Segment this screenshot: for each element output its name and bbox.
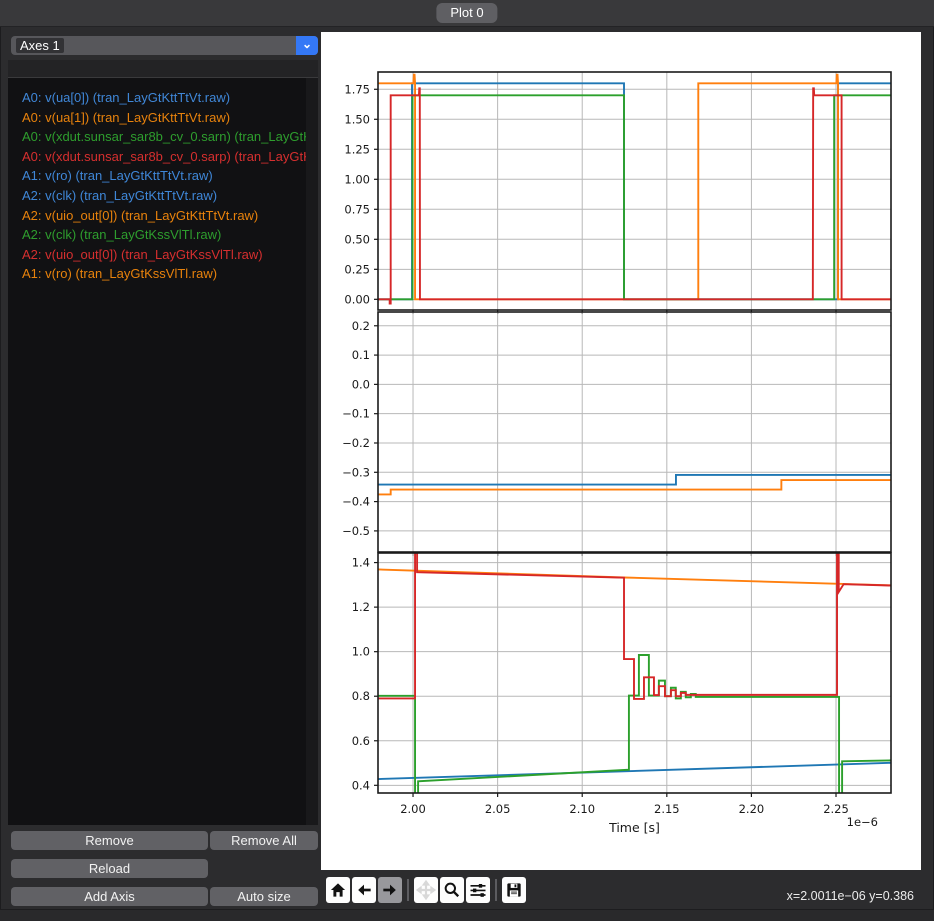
plot-figure-canvas[interactable]: 0.000.250.500.751.001.251.501.750.20.10.… <box>321 32 921 870</box>
pan-button[interactable] <box>414 877 438 903</box>
axes-A2[interactable]: 0.4 0.6 0.8 1.0 1.2 1.4 <box>352 549 891 797</box>
axes-A1[interactable]: 0.2 0.1 0.0 −0.1 −0.2 −0.3 −0.4 −0.5 <box>342 312 891 556</box>
axes-selector-value: Axes 1 <box>16 38 64 53</box>
ytick-label: 1.50 <box>344 112 370 126</box>
reload-button[interactable]: Reload <box>11 859 208 878</box>
ytick-label: 0.50 <box>344 232 370 246</box>
forward-button[interactable] <box>378 877 402 903</box>
ytick-label: 0.6 <box>352 734 370 748</box>
scrollbar-gutter[interactable] <box>306 78 318 825</box>
axes-A0[interactable]: 0.00 0.25 0.50 0.75 1.00 1.25 1.50 1.75 <box>344 72 891 314</box>
signal-list-item[interactable]: A2: v(uio_out[0]) (tran_LayGtKssVlTl.raw… <box>8 245 318 265</box>
back-button[interactable] <box>352 877 376 903</box>
signal-list-item[interactable]: A2: v(clk) (tran_LayGtKssVlTl.raw) <box>8 225 318 245</box>
ytick-label: 0.75 <box>344 202 370 216</box>
ytick-label: 1.00 <box>344 172 370 186</box>
home-button[interactable] <box>326 877 350 903</box>
tab-plot-0[interactable]: Plot 0 <box>436 3 497 23</box>
signal-list-header <box>8 60 318 78</box>
subplots-icon <box>468 880 488 900</box>
cursor-coordinates: x=2.0011e−06 y=0.386 <box>787 889 914 903</box>
subplots-button[interactable] <box>466 877 490 903</box>
xtick-label: 2.00 <box>400 802 426 816</box>
signal-list-item[interactable]: A0: v(xdut.sunsar_sar8b_cv_0.sarn) (tran… <box>8 127 318 147</box>
zoom-icon <box>442 880 462 900</box>
back-icon <box>354 880 374 900</box>
waveform-viewer-window: Plot 0 Axes 1 ⌄ A0: v(ua[0]) (tran_LayGt… <box>0 0 934 921</box>
signal-panel: A0: v(ua[0]) (tran_LayGtKttTtVt.raw)A0: … <box>8 60 318 825</box>
signal-list-item[interactable]: A0: v(xdut.sunsar_sar8b_cv_0.sarp) (tran… <box>8 147 318 167</box>
save-icon <box>504 880 524 900</box>
save-button[interactable] <box>502 877 526 903</box>
home-icon <box>328 880 348 900</box>
xtick-label: 2.20 <box>739 802 765 816</box>
x-axis-label: Time [s] <box>608 820 660 835</box>
ytick-label: 1.4 <box>352 556 370 570</box>
remove-button[interactable]: Remove <box>11 831 208 850</box>
signal-list-item[interactable]: A1: v(ro) (tran_LayGtKttTtVt.raw) <box>8 166 318 186</box>
forward-icon <box>380 880 400 900</box>
zoom-button[interactable] <box>440 877 464 903</box>
ytick-label: −0.5 <box>342 524 370 538</box>
toolbar-separator <box>495 879 497 901</box>
signal-list-item[interactable]: A2: v(uio_out[0]) (tran_LayGtKttTtVt.raw… <box>8 206 318 226</box>
trace-A1 <box>378 480 891 494</box>
ytick-label: −0.4 <box>342 495 370 509</box>
trace-A2 <box>378 569 891 585</box>
ytick-label: 0.4 <box>352 778 370 792</box>
ytick-label: 1.2 <box>352 600 370 614</box>
xtick-label: 2.15 <box>654 802 680 816</box>
ytick-label: −0.2 <box>342 436 370 450</box>
ytick-label: 0.0 <box>352 377 370 391</box>
ytick-label: 0.2 <box>352 319 370 333</box>
remove-all-button[interactable]: Remove All <box>210 831 318 850</box>
xtick-label: 2.10 <box>569 802 595 816</box>
tab-bar: Plot 0 <box>0 0 934 27</box>
ytick-label: 0.25 <box>344 262 370 276</box>
xtick-label: 2.05 <box>485 802 511 816</box>
chevron-down-icon: ⌄ <box>296 36 318 55</box>
ytick-label: 0.1 <box>352 348 370 362</box>
ytick-label: 0.8 <box>352 689 370 703</box>
ytick-label: 0.00 <box>344 292 370 306</box>
signal-list[interactable]: A0: v(ua[0]) (tran_LayGtKttTtVt.raw)A0: … <box>8 88 318 825</box>
plot-toolbar <box>326 876 528 904</box>
signal-list-item[interactable]: A0: v(ua[1]) (tran_LayGtKttTtVt.raw) <box>8 108 318 128</box>
signal-list-item[interactable]: A2: v(clk) (tran_LayGtKttTtVt.raw) <box>8 186 318 206</box>
ytick-label: −0.1 <box>342 407 370 421</box>
trace-A2 <box>378 763 891 779</box>
window-bottom-edge <box>0 909 934 921</box>
ytick-label: 1.75 <box>344 82 370 96</box>
pan-icon <box>416 880 436 900</box>
ytick-label: 1.25 <box>344 142 370 156</box>
toolbar-separator <box>407 879 409 901</box>
axes-selector[interactable]: Axes 1 ⌄ <box>11 36 318 55</box>
ytick-label: −0.3 <box>342 465 370 479</box>
trace-A0 <box>378 88 891 303</box>
signal-list-item[interactable]: A0: v(ua[0]) (tran_LayGtKttTtVt.raw) <box>8 88 318 108</box>
axis-offset-text: 1e−6 <box>847 815 878 829</box>
ytick-label: 1.0 <box>352 645 370 659</box>
xtick-label: 2.25 <box>823 802 849 816</box>
add-axis-button[interactable]: Add Axis <box>11 887 208 906</box>
signal-list-item[interactable]: A1: v(ro) (tran_LayGtKssVlTl.raw) <box>8 264 318 284</box>
auto-size-button[interactable]: Auto size <box>210 887 318 906</box>
